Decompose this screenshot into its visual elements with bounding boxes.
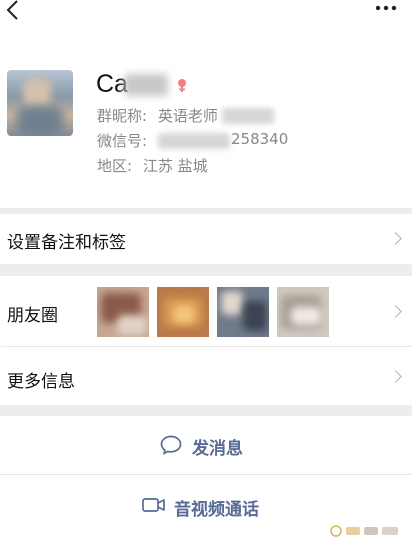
- remark-tags-row[interactable]: 设置备注和标签: [0, 214, 412, 264]
- group-nickname-value: 英语老师: [157, 107, 218, 125]
- moments-thumbnail-4: [277, 287, 329, 337]
- send-message-label: 发消息: [192, 439, 243, 459]
- more-info-label: 更多信息: [7, 372, 75, 392]
- name-redaction: [124, 74, 168, 96]
- chevron-right-icon: [389, 305, 402, 318]
- profile-card: Ca 群昵称: 英语老师 微信号: 258340 地区: 江苏 盐城: [0, 30, 412, 208]
- moments-thumbnail-3: [217, 287, 269, 337]
- moments-label: 朋友圈: [7, 306, 58, 326]
- chevron-right-icon: [389, 232, 402, 245]
- region-label: 地区:: [97, 157, 133, 175]
- wechat-id-redaction: [158, 133, 230, 149]
- chevron-right-icon: [389, 370, 402, 383]
- video-camera-icon: [142, 498, 165, 512]
- region-line: 地区: 江苏 盐城: [97, 155, 208, 176]
- nickname-redaction: [222, 108, 274, 124]
- wechat-id-label: 微信号:: [97, 132, 148, 150]
- top-bar: [0, 0, 412, 30]
- group-nickname-line: 群昵称: 英语老师: [97, 105, 218, 126]
- region-value: 江苏 盐城: [142, 157, 208, 175]
- group-nickname-label: 群昵称:: [97, 107, 148, 125]
- moments-thumbnail-1: [97, 287, 149, 337]
- chat-bubble-icon: [160, 435, 182, 455]
- wechat-id-line: 微信号:: [97, 130, 147, 151]
- avatar[interactable]: [7, 70, 73, 136]
- watermark-logo: [330, 525, 398, 537]
- moments-thumbnail-2: [157, 287, 209, 337]
- more-info-row[interactable]: 更多信息: [0, 347, 412, 405]
- female-gender-icon: [178, 79, 186, 92]
- back-icon[interactable]: [6, 0, 26, 20]
- wechat-id-value: 258340: [231, 130, 289, 148]
- send-message-button[interactable]: 发消息: [0, 416, 412, 474]
- remark-tags-label: 设置备注和标签: [7, 233, 126, 253]
- voice-video-call-label: 音视频通话: [174, 500, 259, 520]
